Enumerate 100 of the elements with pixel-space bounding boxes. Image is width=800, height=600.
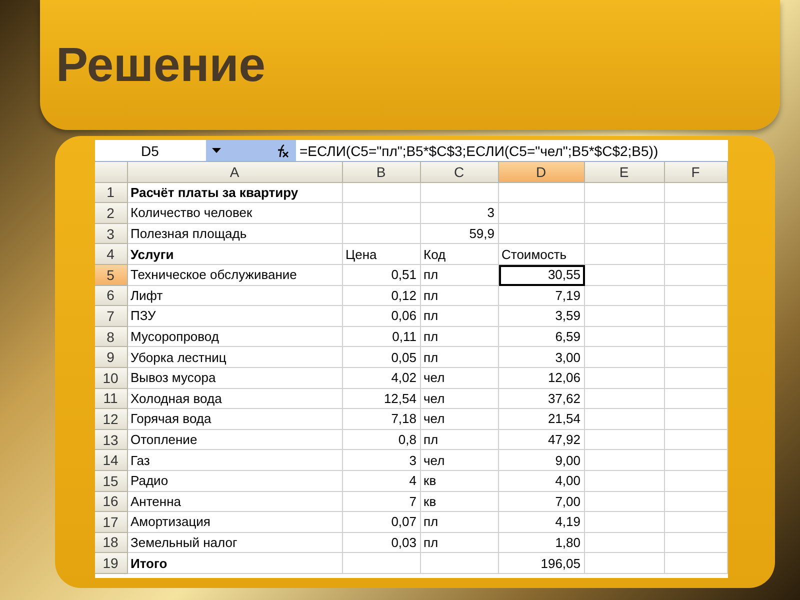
table-cell: Отопление xyxy=(128,430,342,450)
table-cell: 0,8 xyxy=(342,430,420,450)
table-cell: Техническое обслуживание xyxy=(128,264,342,286)
table-cell: пл xyxy=(420,430,498,450)
row-header[interactable]: 18 xyxy=(94,532,128,554)
table-cell: Антенна xyxy=(128,492,342,512)
table-cell: пл xyxy=(420,306,498,327)
table-cell: Радио xyxy=(128,470,342,492)
row-header[interactable]: 10 xyxy=(94,368,128,389)
row-header[interactable]: 12 xyxy=(94,409,128,430)
table-cell xyxy=(664,492,728,512)
row-header[interactable]: 8 xyxy=(94,326,128,348)
column-header[interactable]: D xyxy=(498,162,584,183)
table-cell: кв xyxy=(420,492,498,512)
table-cell: 196,05 xyxy=(498,553,584,574)
table-cell: 0,03 xyxy=(342,532,420,554)
column-header[interactable]: E xyxy=(584,162,664,183)
table-cell: 6,59 xyxy=(498,326,584,348)
table-cell: 0,05 xyxy=(342,347,420,368)
table-cell: 12,54 xyxy=(342,388,420,410)
row-header[interactable]: 5 xyxy=(94,264,128,286)
table-cell: ПЗУ xyxy=(128,306,342,327)
table-cell xyxy=(664,347,728,368)
table-cell: 7,19 xyxy=(498,286,584,306)
table-cell: пл xyxy=(420,347,498,368)
row-header[interactable]: 16 xyxy=(94,492,128,512)
table-cell xyxy=(664,450,728,471)
table-cell xyxy=(664,553,728,574)
table-cell: Лифт xyxy=(128,286,342,306)
table-cell xyxy=(664,326,728,348)
table-cell: 30,55 xyxy=(498,264,584,286)
table-cell: 47,92 xyxy=(498,430,584,450)
row-header[interactable]: 14 xyxy=(94,450,128,471)
table-cell: 3,00 xyxy=(498,347,584,368)
table-cell: Амортизация xyxy=(128,512,342,533)
table-cell: Итого xyxy=(128,553,342,574)
table-cell: Мусоропровод xyxy=(128,326,342,348)
table-cell: пл xyxy=(420,532,498,554)
table-cell: 0,11 xyxy=(342,326,420,348)
row-header[interactable]: 7 xyxy=(94,306,128,327)
row-header[interactable]: 17 xyxy=(94,512,128,533)
table-cell: пл xyxy=(420,286,498,306)
table-cell: Количество человек xyxy=(128,203,342,224)
name-box-dropdown[interactable] xyxy=(206,140,296,161)
column-header[interactable]: A xyxy=(128,162,342,183)
table-cell xyxy=(664,244,728,265)
table-cell xyxy=(664,203,728,224)
slide-title: Решение xyxy=(56,38,266,92)
table-cell xyxy=(664,286,728,306)
caret-icon xyxy=(212,148,220,153)
table-cell: Уборка лестниц xyxy=(128,347,342,368)
column-header[interactable]: F xyxy=(664,162,728,183)
table-cell: Газ xyxy=(128,450,342,471)
row-header[interactable]: 11 xyxy=(94,388,128,410)
table-cell xyxy=(664,470,728,492)
table-cell: Код xyxy=(420,244,498,265)
row-header[interactable]: 4 xyxy=(94,244,128,265)
row-header[interactable]: 13 xyxy=(94,430,128,450)
table-cell xyxy=(664,306,728,327)
table-cell: чел xyxy=(420,368,498,389)
table-cell: 0,12 xyxy=(342,286,420,306)
table-cell: 3 xyxy=(342,450,420,471)
table-cell: 1,80 xyxy=(498,532,584,554)
table-cell: 0,07 xyxy=(342,512,420,533)
table-cell: 21,54 xyxy=(498,409,584,430)
formula-field[interactable]: =ЕСЛИ(C5="пл";B5*$C$3;ЕСЛИ(C5="чел";B5*$C$2;B5)) xyxy=(296,140,728,161)
table-cell: 3,59 xyxy=(498,306,584,327)
table-cell: 4,02 xyxy=(342,368,420,389)
table-cell: чел xyxy=(420,409,498,430)
table-cell: Холодная вода xyxy=(128,388,342,410)
table-cell: кв xyxy=(420,470,498,492)
table-cell xyxy=(664,430,728,450)
row-header[interactable]: 9 xyxy=(94,347,128,368)
table-cell: 7,00 xyxy=(498,492,584,512)
row-header[interactable]: 2 xyxy=(94,203,128,224)
table-cell: Стоимость xyxy=(498,244,584,265)
row-header[interactable]: 6 xyxy=(94,286,128,306)
table-cell xyxy=(664,388,728,410)
table-cell xyxy=(664,182,728,204)
row-header[interactable]: 1 xyxy=(94,182,128,204)
table-cell: пл xyxy=(420,326,498,348)
table-cell: 4,00 xyxy=(498,470,584,492)
table-cell: 4 xyxy=(342,470,420,492)
column-header[interactable]: C xyxy=(420,162,498,183)
table-cell: Горячая вода xyxy=(128,409,342,430)
table-cell: 12,06 xyxy=(498,368,584,389)
table-cell: 4,19 xyxy=(498,512,584,533)
column-header[interactable]: B xyxy=(342,162,420,183)
table-cell: Вывоз мусора xyxy=(128,368,342,389)
table-cell: 3 xyxy=(420,203,498,224)
table-cell xyxy=(664,532,728,554)
row-header[interactable]: 3 xyxy=(94,224,128,244)
table-cell xyxy=(664,409,728,430)
row-header[interactable]: 19 xyxy=(94,553,128,574)
table-cell: 59,9 xyxy=(420,224,498,244)
corner-cell[interactable] xyxy=(94,162,128,183)
table-cell: 0,06 xyxy=(342,306,420,327)
row-header[interactable]: 15 xyxy=(94,470,128,492)
table-cell: 37,62 xyxy=(498,388,584,410)
table-cell: 9,00 xyxy=(498,450,584,471)
